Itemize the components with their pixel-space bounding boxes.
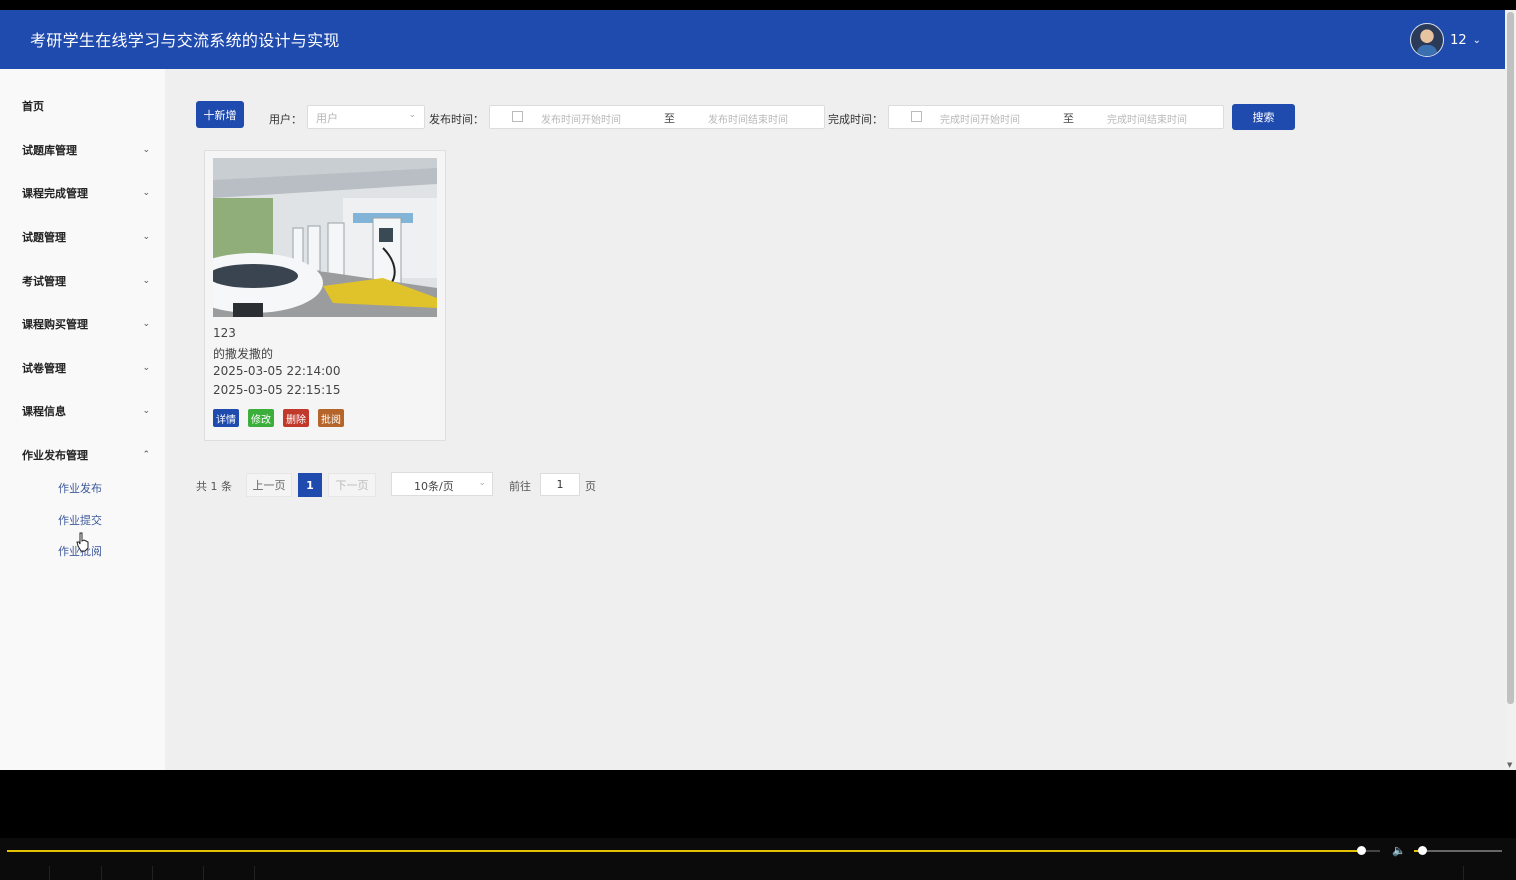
next-page-button[interactable]: 下一页 (328, 473, 376, 497)
chevron-down-icon[interactable]: ⌄ (1473, 35, 1481, 46)
toolbar-divider (1463, 866, 1464, 880)
review-button[interactable]: 批阅 (318, 409, 344, 427)
user-filter-label: 用户： (269, 113, 302, 126)
sidebar-item-label: 首页 (22, 100, 44, 113)
user-name[interactable]: 12 (1450, 33, 1467, 48)
sidebar-item-label: 试卷管理 (22, 362, 66, 375)
sidebar-item-label: 试题管理 (22, 231, 66, 244)
playback-knob[interactable] (1357, 846, 1366, 855)
arrow-down-icon[interactable]: ▼ (1507, 761, 1512, 769)
chevron-down-icon: ⌄ (408, 110, 416, 120)
publish-time-range[interactable]: 发布时间开始时间 至 发布时间结束时间 (489, 105, 825, 129)
range-separator: 至 (1063, 112, 1074, 125)
ev-charging-station-photo (213, 158, 437, 317)
avatar[interactable] (1410, 23, 1445, 57)
chevron-down-icon: ⌄ (142, 363, 150, 373)
chevron-down-icon: ⌄ (142, 319, 150, 329)
sidebar-group-papers[interactable]: 试卷管理 ⌄ (22, 360, 150, 376)
sidebar: 首页 试题库管理 ⌄ 课程完成管理 ⌄ 试题管理 ⌄ 考试管理 ⌄ 课程购买管理… (0, 69, 165, 770)
page-1-button[interactable]: 1 (298, 473, 322, 497)
toolbar-divider (49, 866, 50, 880)
card-image (213, 158, 437, 317)
sidebar-group-question-bank[interactable]: 试题库管理 ⌄ (22, 142, 150, 158)
calendar-icon (512, 111, 523, 122)
detail-button[interactable]: 详情 (213, 409, 239, 427)
sidebar-item-label: 课程购买管理 (22, 318, 88, 331)
finish-time-range[interactable]: 完成时间开始时间 至 完成时间结束时间 (888, 105, 1224, 129)
app-title: 考研学生在线学习与交流系统的设计与实现 (30, 31, 340, 50)
sidebar-group-homework[interactable]: 作业发布管理 ⌃ (22, 447, 150, 463)
chevron-down-icon: ⌄ (478, 478, 486, 488)
volume-slider[interactable] (1414, 850, 1502, 852)
chevron-down-icon: ⌄ (142, 406, 150, 416)
card-content: 的撒发撒的 (213, 347, 274, 361)
range-separator: 至 (664, 112, 675, 125)
sidebar-item-label: 考试管理 (22, 275, 66, 288)
add-button[interactable]: 十新增 (196, 101, 244, 128)
homework-card: 123 的撒发撒的 2025-03-05 22:14:00 2025-03-05… (204, 150, 446, 441)
top-header: 考研学生在线学习与交流系统的设计与实现 12 ⌄ (0, 10, 1505, 69)
calendar-icon (911, 111, 922, 122)
page-size-select[interactable]: 10条/页 ⌄ (391, 472, 493, 496)
card-finish-time: 2025-03-05 22:15:15 (213, 383, 341, 397)
sidebar-group-exams[interactable]: 考试管理 ⌄ (22, 273, 150, 289)
finish-end-input[interactable]: 完成时间结束时间 (1107, 111, 1187, 126)
sidebar-item-label: 课程信息 (22, 405, 66, 418)
card-name: 123 (213, 326, 236, 340)
user-select[interactable]: 用户 ⌄ (307, 105, 425, 129)
user-menu[interactable]: 12 ⌄ (1410, 23, 1481, 57)
volume-knob[interactable] (1418, 846, 1427, 855)
toolbar-divider (101, 866, 102, 880)
toolbar-divider (203, 866, 204, 880)
chevron-down-icon: ⌄ (142, 276, 150, 286)
goto-label: 前往 (509, 480, 531, 493)
card-publish-time: 2025-03-05 22:14:00 (213, 364, 341, 378)
sidebar-item-home[interactable]: 首页 (22, 98, 150, 114)
sidebar-group-course-purchase[interactable]: 课程购买管理 ⌄ (22, 316, 150, 332)
cursor-hand-icon (76, 532, 89, 552)
sidebar-item-label: 作业发布管理 (22, 449, 88, 462)
prev-page-button[interactable]: 上一页 (246, 473, 292, 497)
chevron-down-icon: ⌄ (142, 232, 150, 242)
sidebar-item-label: 试题库管理 (22, 144, 77, 157)
search-button[interactable]: 搜索 (1232, 104, 1295, 130)
page-size-value: 10条/页 (414, 480, 454, 493)
goto-page-input[interactable]: 1 (540, 473, 580, 496)
chevron-down-icon: ⌄ (142, 188, 150, 198)
publish-start-input[interactable]: 发布时间开始时间 (541, 111, 621, 126)
finish-time-label: 完成时间： (828, 113, 883, 126)
toolbar-divider (152, 866, 153, 880)
sidebar-item-homework-publish[interactable]: 作业发布 (58, 480, 102, 496)
edit-button[interactable]: 修改 (248, 409, 274, 427)
playback-progress[interactable] (7, 850, 1362, 852)
sidebar-group-course-completion[interactable]: 课程完成管理 ⌄ (22, 185, 150, 201)
sidebar-group-questions[interactable]: 试题管理 ⌄ (22, 229, 150, 245)
publish-time-label: 发布时间： (429, 113, 484, 126)
finish-start-input[interactable]: 完成时间开始时间 (940, 111, 1020, 126)
chevron-up-icon: ⌃ (142, 450, 150, 460)
main-content: 十新增 用户： 用户 ⌄ 发布时间： 发布时间开始时间 至 发布时间结束时间 完… (76, 69, 1505, 770)
scrollbar-thumb[interactable] (1507, 12, 1514, 704)
video-player-controls: 🔈 (0, 838, 1516, 880)
sidebar-item-label: 课程完成管理 (22, 187, 88, 200)
delete-button[interactable]: 删除 (283, 409, 309, 427)
sidebar-group-course-info[interactable]: 课程信息 ⌄ (22, 403, 150, 419)
publish-end-input[interactable]: 发布时间结束时间 (708, 111, 788, 126)
chevron-down-icon: ⌄ (142, 145, 150, 155)
volume-icon[interactable]: 🔈 (1392, 844, 1406, 857)
toolbar-divider (254, 866, 255, 880)
user-select-placeholder: 用户 (316, 112, 338, 125)
pagination-total: 共 1 条 (196, 480, 232, 493)
app-window: 考研学生在线学习与交流系统的设计与实现 12 ⌄ 首页 试题库管理 ⌄ 课程完成… (0, 10, 1505, 770)
sidebar-item-homework-submit[interactable]: 作业提交 (58, 512, 102, 528)
page-unit-label: 页 (585, 480, 596, 493)
page-scrollbar[interactable]: ▼ (1505, 10, 1516, 770)
